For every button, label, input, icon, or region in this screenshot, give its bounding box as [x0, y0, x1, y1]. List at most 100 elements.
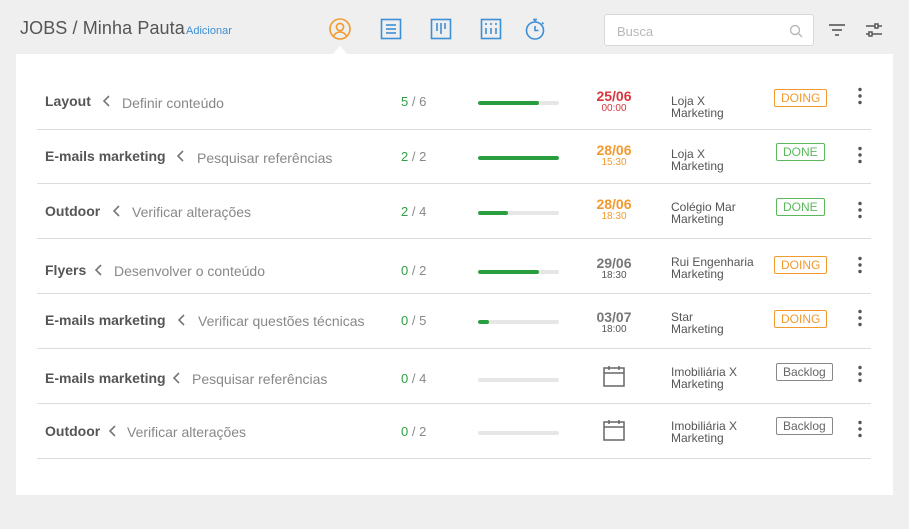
job-name: Layout	[45, 93, 91, 109]
client-info: Rui Engenharia Marketing	[671, 256, 754, 280]
progress-fill	[478, 320, 490, 324]
more-options-icon[interactable]	[855, 87, 865, 105]
status-badge[interactable]: DOING	[774, 310, 828, 328]
count-separator: /	[408, 204, 420, 219]
status-badge[interactable]: DONE	[776, 143, 825, 161]
more-options-icon[interactable]	[855, 146, 865, 164]
status-badge[interactable]: Backlog	[776, 417, 833, 435]
progress-bar	[478, 270, 559, 274]
job-row[interactable]: E-mails marketing Pesquisar referências 0 …	[37, 349, 871, 404]
job-row[interactable]: E-mails marketing Pesquisar referências 2 …	[37, 129, 871, 184]
count-separator: /	[408, 149, 420, 164]
task-name: Verificar alterações	[132, 204, 252, 220]
job-row[interactable]: Layout Definir conteúdo 5 / 6 25/06 00:00 Loj…	[37, 75, 871, 130]
list-icon[interactable]	[379, 17, 403, 41]
top-bar: JOBS / Minha Pauta Adicionar	[0, 0, 909, 56]
due-date: 25/06 00:00	[582, 89, 646, 114]
task-count: 2 / 4	[401, 204, 426, 219]
job-name: Flyers	[45, 262, 87, 278]
progress-fill	[478, 156, 559, 160]
due-date: 28/06 15:30	[582, 143, 646, 168]
client-info: Imobiliária X Marketing	[671, 420, 737, 444]
more-options-icon[interactable]	[855, 365, 865, 383]
status-badge[interactable]: DOING	[774, 256, 828, 274]
task-count: 0 / 2	[401, 263, 426, 278]
task-name: Pesquisar referências	[197, 150, 333, 166]
chevron-left-icon	[94, 264, 104, 276]
task-count: 0 / 4	[401, 371, 426, 386]
stopwatch-icon[interactable]	[524, 17, 548, 41]
status-badge[interactable]: DONE	[776, 198, 825, 216]
more-options-icon[interactable]	[855, 309, 865, 327]
task-name: Desenvolver o conteúdo	[114, 263, 265, 279]
due-day: 03/07	[596, 309, 632, 325]
chevron-left-icon	[102, 95, 112, 107]
calendar-icon[interactable]	[602, 364, 626, 388]
progress-bar	[478, 431, 559, 435]
page-title: JOBS / Minha Pauta	[20, 18, 185, 38]
due-day: 28/06	[596, 196, 632, 212]
count-separator: /	[408, 371, 420, 386]
chevron-left-icon	[108, 425, 118, 437]
status-badge[interactable]: Backlog	[776, 363, 833, 381]
active-tab-pointer	[333, 46, 347, 54]
job-row[interactable]: Outdoor Verificar alterações 2 / 4 28/06 18:…	[37, 184, 871, 239]
more-options-icon[interactable]	[855, 201, 865, 219]
search-input[interactable]	[617, 21, 787, 41]
chevron-left-icon	[176, 150, 186, 162]
add-job-link[interactable]: Adicionar	[186, 25, 232, 37]
job-row[interactable]: E-mails marketing Verificar questões técn…	[37, 294, 871, 349]
calendar-grid-icon[interactable]	[479, 17, 503, 41]
count-separator: /	[408, 424, 420, 439]
progress-bar	[478, 101, 559, 105]
due-time: 15:30	[601, 157, 627, 168]
due-date: 03/07 18:00	[582, 310, 646, 335]
total-count: 6	[419, 94, 427, 109]
more-options-icon[interactable]	[855, 420, 865, 438]
status-badge[interactable]: DOING	[774, 89, 828, 107]
chevron-left-icon	[177, 314, 187, 326]
client-department: Marketing	[671, 267, 724, 281]
total-count: 5	[419, 313, 427, 328]
board-columns-icon[interactable]	[429, 17, 453, 41]
job-name: E-mails marketing	[45, 312, 166, 328]
more-options-icon[interactable]	[855, 256, 865, 274]
due-day: 25/06	[596, 88, 632, 104]
due-time: 18:00	[601, 324, 627, 335]
chevron-left-icon	[172, 372, 182, 384]
search-box[interactable]	[604, 14, 814, 46]
job-row[interactable]: Outdoor Verificar alterações 0 / 2 Imobiliá…	[37, 404, 871, 459]
progress-bar	[478, 211, 559, 215]
sliders-icon[interactable]	[865, 22, 883, 38]
total-count: 2	[419, 149, 427, 164]
progress-fill	[478, 270, 539, 274]
job-name: Outdoor	[45, 203, 101, 219]
filter-icon[interactable]	[828, 22, 846, 38]
task-name: Verificar questões técnicas	[198, 313, 365, 329]
task-count: 5 / 6	[401, 94, 426, 109]
job-name: Outdoor	[45, 423, 101, 439]
client-department: Marketing	[671, 212, 724, 226]
client-info: Loja X Marketing	[671, 148, 724, 172]
job-row[interactable]: Flyers Desenvolver o conteúdo 0 / 2 29/06 18…	[37, 239, 871, 294]
due-time: 00:00	[601, 103, 627, 114]
client-info: Imobiliária X Marketing	[671, 366, 737, 390]
client-info: Loja X Marketing	[671, 95, 724, 119]
client-department: Marketing	[671, 322, 724, 336]
client-department: Marketing	[671, 159, 724, 173]
chevron-left-icon	[112, 205, 122, 217]
calendar-icon[interactable]	[602, 418, 626, 442]
progress-fill	[478, 101, 539, 105]
due-date: 29/06 18:30	[582, 256, 646, 281]
task-name: Definir conteúdo	[122, 95, 224, 111]
total-count: 4	[419, 204, 427, 219]
total-count: 2	[419, 424, 427, 439]
due-time: 18:30	[601, 211, 627, 222]
user-circle-icon[interactable]	[328, 17, 352, 41]
search-icon[interactable]	[789, 24, 803, 38]
due-date: 28/06 18:30	[582, 197, 646, 222]
job-name: E-mails marketing	[45, 370, 166, 386]
total-count: 2	[419, 263, 427, 278]
count-separator: /	[408, 94, 420, 109]
client-info: Colégio Mar Marketing	[671, 201, 736, 225]
